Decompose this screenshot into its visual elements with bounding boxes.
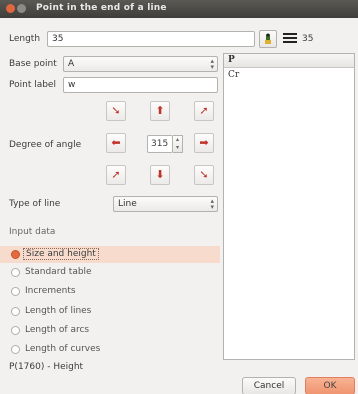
radio-label: Size and height <box>23 248 99 260</box>
radio-standard-table[interactable]: Standard table <box>0 264 220 281</box>
radio-label: Increments <box>25 286 76 296</box>
table-row[interactable]: Cr <box>224 68 354 82</box>
point-label-label: Point label <box>9 80 56 90</box>
angle-90-button[interactable]: ⬆ <box>150 101 170 121</box>
base-point-value: A <box>68 59 75 69</box>
formula-wizard-icon <box>265 33 271 44</box>
arrow-down-left-icon: ➚ <box>111 168 121 181</box>
arrow-up-icon: ⬆ <box>155 104 165 117</box>
angle-180-button[interactable]: ⬅ <box>106 133 126 153</box>
radio-dot <box>11 287 20 296</box>
variables-table[interactable]: P Cr <box>223 53 355 360</box>
base-point-label: Base point <box>9 59 57 69</box>
radio-dot <box>11 307 20 316</box>
radio-dot <box>11 345 20 354</box>
angle-label: Degree of angle <box>9 140 82 150</box>
formula-wizard-button[interactable] <box>259 30 277 48</box>
radio-label: Length of lines <box>25 306 92 316</box>
length-input[interactable]: 35 <box>47 31 255 47</box>
line-type-label: Type of line <box>9 199 61 209</box>
line-weight-icon[interactable] <box>283 33 297 43</box>
radio-label: Standard table <box>25 267 92 277</box>
length-label: Length <box>9 34 41 44</box>
ok-button[interactable]: OK <box>305 377 355 394</box>
minimize-window-button[interactable] <box>17 4 26 13</box>
angle-225-button[interactable]: ➚ <box>106 165 126 185</box>
angle-315-button[interactable]: ➘ <box>194 165 214 185</box>
variable-description: P(1760) - Height <box>9 362 84 372</box>
arrow-down-right-icon: ➘ <box>199 168 209 181</box>
radio-length-of-arcs[interactable]: Length of arcs <box>0 322 220 339</box>
table-header: P <box>224 54 354 68</box>
radio-increments[interactable]: Increments <box>0 283 220 300</box>
close-window-button[interactable] <box>6 4 15 13</box>
radio-size-and-height[interactable]: Size and height <box>0 246 220 263</box>
radio-label: Length of arcs <box>25 325 90 335</box>
select-arrows-icon: ▴ ▾ <box>210 197 214 211</box>
radio-length-of-lines[interactable]: Length of lines <box>0 303 220 320</box>
line-weight-value: 35 <box>302 34 314 44</box>
arrow-down-icon: ⬇ <box>155 168 165 181</box>
arrow-up-left-icon: ➘ <box>111 104 121 117</box>
cancel-button[interactable]: Cancel <box>242 377 296 394</box>
select-arrows-icon: ▴ ▾ <box>210 57 214 71</box>
radio-length-of-curves[interactable]: Length of curves <box>0 341 220 358</box>
angle-input[interactable]: 315 <box>147 135 173 153</box>
angle-270-button[interactable]: ⬇ <box>150 165 170 185</box>
arrow-left-icon: ⬅ <box>111 136 121 149</box>
angle-spin-buttons[interactable]: ▴ ▾ <box>173 135 183 153</box>
radio-dot <box>11 326 20 335</box>
title-bar: Point in the end of a line <box>0 0 358 18</box>
arrow-up-right-icon: ➚ <box>199 104 209 117</box>
angle-45-button[interactable]: ➚ <box>194 101 214 121</box>
angle-0-button[interactable]: ➡ <box>194 133 214 153</box>
arrow-right-icon: ➡ <box>199 136 209 149</box>
line-type-select[interactable]: Line ▴ ▾ <box>113 196 218 212</box>
angle-135-button[interactable]: ➘ <box>106 101 126 121</box>
point-label-input[interactable]: w <box>63 77 218 93</box>
line-type-value: Line <box>118 199 137 209</box>
base-point-select[interactable]: A ▴ ▾ <box>63 56 218 72</box>
radio-label: Length of curves <box>25 344 101 354</box>
radio-dot <box>11 268 20 277</box>
radio-dot <box>11 250 20 259</box>
window-title: Point in the end of a line <box>36 3 167 13</box>
input-data-label: Input data <box>9 227 56 237</box>
